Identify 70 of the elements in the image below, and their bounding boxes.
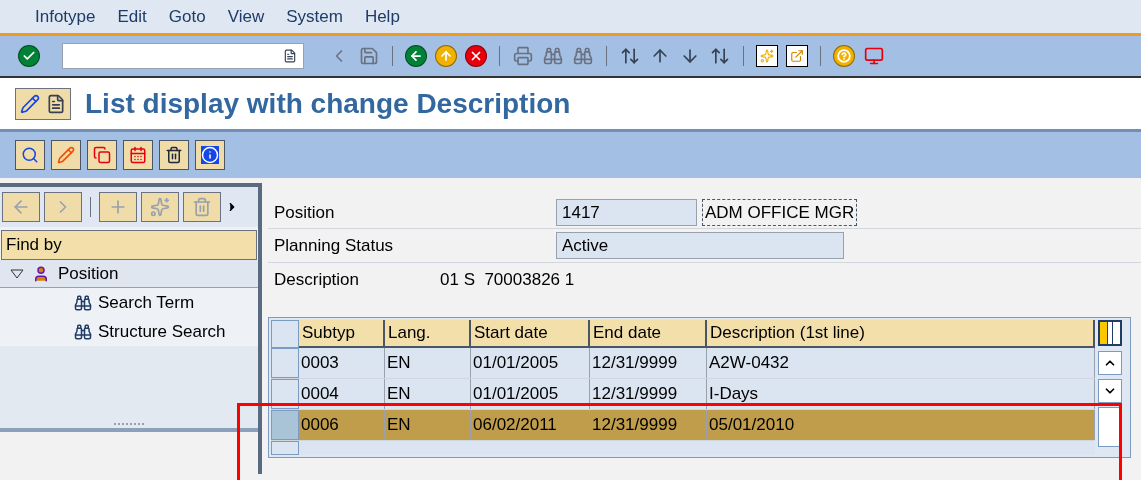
- change-icon[interactable]: [51, 140, 81, 170]
- table-cell: EN: [385, 410, 471, 440]
- tree-node[interactable]: Position: [0, 260, 258, 288]
- next-icon[interactable]: [44, 192, 82, 222]
- menu-item[interactable]: Edit: [117, 3, 147, 30]
- find-next-icon[interactable]: [572, 45, 594, 67]
- field-label: Description: [273, 269, 361, 292]
- command-field[interactable]: [62, 43, 304, 69]
- field-label: Planning Status: [273, 234, 395, 257]
- column-header[interactable]: End date: [590, 320, 707, 348]
- splitter-handle[interactable]: [114, 423, 144, 425]
- new-session-icon[interactable]: [756, 45, 778, 67]
- table-cell: 0006: [299, 410, 385, 440]
- table-cell: 12/31/9999: [590, 348, 707, 378]
- sparkle-icon[interactable]: [141, 192, 179, 222]
- back-icon[interactable]: [405, 45, 427, 67]
- table-cell: 06/02/2011: [471, 410, 590, 440]
- menu-item[interactable]: System: [286, 3, 343, 30]
- column-header[interactable]: Subtyp: [299, 320, 385, 348]
- previous-icon[interactable]: [2, 192, 40, 222]
- column-header[interactable]: Description (1st line): [707, 320, 1095, 348]
- position-text-field[interactable]: ADM OFFICE MGR: [702, 199, 858, 226]
- person-icon: [32, 264, 50, 283]
- table-cell: 12/31/9999: [590, 410, 707, 440]
- column-settings-icon[interactable]: [1098, 320, 1122, 346]
- scroll-down-button[interactable]: [1098, 379, 1122, 403]
- delimit-icon[interactable]: [123, 140, 153, 170]
- scroll-track[interactable]: [1098, 407, 1122, 447]
- menu-item[interactable]: Help: [364, 3, 400, 30]
- cancel-icon[interactable]: [465, 45, 487, 67]
- enter-icon[interactable]: [18, 45, 40, 67]
- display-change-icon[interactable]: [19, 92, 41, 115]
- tree-item[interactable]: Search Term: [0, 288, 258, 317]
- table-cell: 05/01/2010: [707, 410, 1095, 440]
- planning-status-field[interactable]: Active: [556, 232, 844, 259]
- copy-icon[interactable]: [87, 140, 117, 170]
- menu-item[interactable]: View: [227, 3, 265, 30]
- find-by-header: Find by: [1, 230, 257, 260]
- binoculars-icon: [74, 293, 92, 312]
- shortcut-icon[interactable]: [786, 45, 808, 67]
- save-icon[interactable]: [358, 45, 380, 67]
- layout-icon[interactable]: [863, 45, 885, 67]
- menu-item[interactable]: Infotype: [35, 3, 96, 30]
- select-all-cell[interactable]: [271, 320, 299, 348]
- collapse-triangle-icon[interactable]: [10, 268, 24, 279]
- column-header[interactable]: Lang.: [385, 320, 471, 348]
- field-label: Position: [273, 201, 336, 224]
- table-cell: 0003: [299, 348, 385, 378]
- print-icon[interactable]: [512, 45, 534, 67]
- delete-icon[interactable]: [159, 140, 189, 170]
- find-icon[interactable]: [542, 45, 564, 67]
- menu-item[interactable]: Goto: [168, 3, 206, 30]
- column-header[interactable]: Start date: [471, 320, 590, 348]
- overview-icon[interactable]: [15, 140, 45, 170]
- scroll-up-button[interactable]: [1098, 351, 1122, 375]
- screen-title: List display with change Description: [85, 86, 571, 121]
- binoculars-icon: [74, 322, 92, 341]
- tree-label: Position: [58, 262, 119, 285]
- table-cell: 01/01/2005: [471, 348, 590, 378]
- table-cell: EN: [385, 348, 471, 378]
- history-icon[interactable]: [283, 49, 297, 63]
- info-icon[interactable]: [195, 140, 225, 170]
- table-cell: A2W-0432: [707, 348, 1095, 378]
- position-number-field[interactable]: 1417: [556, 199, 697, 226]
- delete-entry-icon[interactable]: [183, 192, 221, 222]
- new-icon[interactable]: [99, 192, 137, 222]
- exit-icon[interactable]: [435, 45, 457, 67]
- description-value: 01 S 70003826 1: [440, 269, 575, 292]
- tree-item[interactable]: Structure Search: [0, 317, 258, 346]
- help-icon[interactable]: [833, 45, 855, 67]
